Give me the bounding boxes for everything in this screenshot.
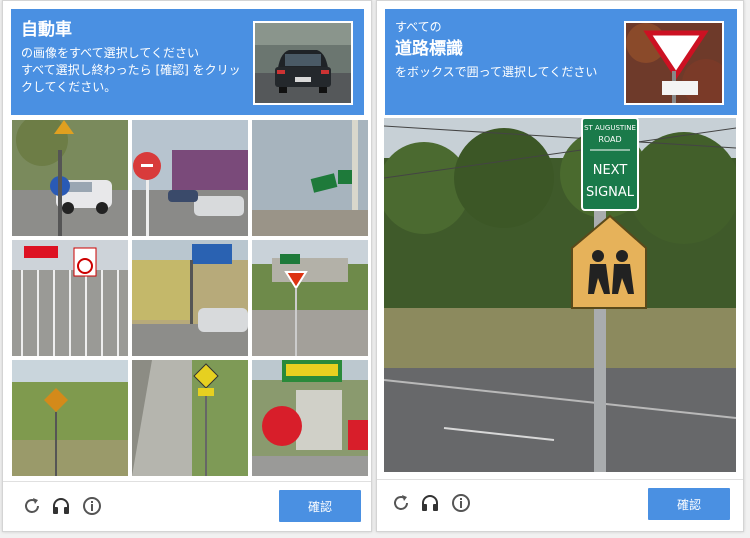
verify-button[interactable]: 確認	[279, 490, 361, 522]
challenge-header: 自動車 の画像をすべて選択してください すべて選択し終わったら [確認] をクリ…	[11, 9, 364, 115]
grid-tile[interactable]	[12, 360, 128, 476]
captcha-panel-right: すべての 道路標識 をボックスで囲って選択してください ST AUGUSTINE…	[376, 0, 744, 532]
challenge-image[interactable]: ST AUGUSTINE ROAD NEXT SIGNAL	[384, 118, 736, 472]
image-grid	[12, 120, 368, 476]
challenge-instruction: の画像をすべて選択してください	[21, 46, 199, 60]
grid-tile[interactable]	[132, 240, 248, 356]
example-image	[253, 21, 353, 105]
challenge-instruction: をボックスで囲って選択してください	[395, 65, 598, 79]
challenge-header: すべての 道路標識 をボックスで囲って選択してください	[385, 9, 737, 115]
grid-tile[interactable]	[252, 360, 368, 476]
sign-text-4: SIGNAL	[586, 185, 635, 200]
headphones-icon[interactable]	[50, 495, 72, 517]
verify-button[interactable]: 確認	[648, 488, 730, 520]
grid-tile[interactable]	[132, 120, 248, 236]
sign-text-2: ROAD	[598, 135, 621, 144]
footer-divider	[377, 479, 743, 480]
sign-text-3: NEXT	[593, 163, 628, 178]
grid-tile[interactable]	[12, 240, 128, 356]
headphones-icon[interactable]	[419, 492, 441, 514]
example-image	[624, 21, 724, 105]
challenge-title: 道路標識	[395, 39, 463, 59]
challenge-title: 自動車	[21, 20, 72, 40]
reload-icon[interactable]	[390, 492, 412, 514]
sign-text-1: ST AUGUSTINE	[584, 124, 636, 132]
grid-tile[interactable]	[252, 240, 368, 356]
reload-icon[interactable]	[21, 495, 43, 517]
footer-divider	[3, 481, 371, 482]
challenge-subinstruction: すべて選択し終わったら [確認] をクリックしてください。	[21, 63, 241, 94]
info-icon[interactable]	[450, 492, 472, 514]
info-icon[interactable]	[81, 495, 103, 517]
grid-tile[interactable]	[252, 120, 368, 236]
challenge-prefix: すべての	[395, 20, 442, 34]
grid-tile[interactable]	[132, 360, 248, 476]
captcha-panel-left: 自動車 の画像をすべて選択してください すべて選択し終わったら [確認] をクリ…	[2, 0, 372, 532]
grid-tile[interactable]	[12, 120, 128, 236]
